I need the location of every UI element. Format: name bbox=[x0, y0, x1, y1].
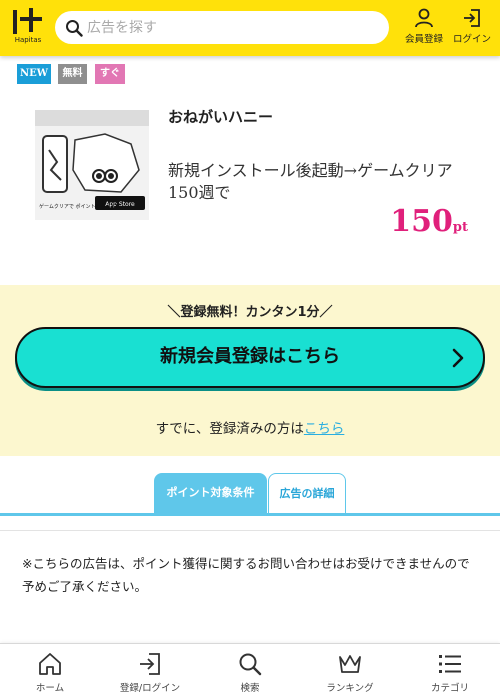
nav-category[interactable]: カテゴリ bbox=[400, 652, 500, 694]
badge-soon: すぐ bbox=[95, 64, 125, 84]
divider bbox=[0, 530, 500, 531]
login-icon bbox=[140, 653, 160, 675]
search-icon bbox=[239, 653, 262, 676]
search-input[interactable] bbox=[87, 11, 377, 44]
badge-new: NEW bbox=[17, 64, 51, 84]
existing-member-login-link[interactable]: こちら bbox=[304, 421, 345, 437]
register-label: 会員登録 bbox=[404, 34, 443, 45]
nav-category-label: カテゴリ bbox=[430, 683, 469, 694]
ad-condition-line1: 新規インストール後起動→ゲームクリア bbox=[168, 161, 453, 180]
logo-icon bbox=[13, 8, 42, 34]
ad-thumbnail-image: App Store ゲームクリアで ポイントもらえる! bbox=[35, 110, 149, 220]
nav-login-label: 登録/ログイン bbox=[119, 683, 181, 694]
existing-member-text: すでに、登録済みの方はこちら bbox=[0, 417, 500, 437]
logo[interactable]: Hapitas bbox=[11, 8, 45, 46]
signup-button-label: 新規会員登録はこちら bbox=[160, 346, 340, 367]
chevron-right-icon bbox=[452, 348, 464, 368]
tab-point-conditions[interactable]: ポイント対象条件 bbox=[154, 473, 267, 513]
tab-underline bbox=[0, 513, 500, 516]
register-button[interactable]: 会員登録 bbox=[400, 8, 448, 48]
crown-icon bbox=[339, 655, 361, 673]
ad-thumbnail[interactable]: App Store ゲームクリアで ポイントもらえる! bbox=[35, 110, 149, 220]
login-button[interactable]: ログイン bbox=[448, 8, 496, 48]
register-section: ＼登録無料！カンタン1分／ 新規会員登録はこちら すでに、登録済みの方はこちら bbox=[0, 285, 500, 456]
points-value: 150 bbox=[390, 204, 453, 239]
register-catchcopy: ＼登録無料！カンタン1分／ bbox=[167, 305, 333, 320]
thumbnail-caption: ゲームクリアで ポイントもらえる! bbox=[39, 203, 117, 210]
home-icon bbox=[39, 653, 61, 675]
nav-home[interactable]: ホーム bbox=[0, 652, 100, 694]
list-icon bbox=[439, 655, 461, 673]
tab-ad-details[interactable]: 広告の詳細 bbox=[268, 473, 346, 513]
notice-text: ※こちらの広告は、ポイント獲得に関するお問い合わせはお受けできませんので予めご了… bbox=[22, 556, 470, 594]
nav-ranking[interactable]: ランキング bbox=[300, 652, 400, 694]
login-icon bbox=[464, 9, 480, 27]
login-label: ログイン bbox=[452, 34, 491, 45]
nav-login[interactable]: 登録/ログイン bbox=[100, 652, 200, 694]
points-unit: pt bbox=[452, 220, 468, 235]
logo-text: Hapitas bbox=[14, 36, 42, 44]
nav-search[interactable]: 検索 bbox=[200, 652, 300, 694]
ad-condition-line2: 150週で bbox=[168, 183, 231, 202]
nav-ranking-label: ランキング bbox=[326, 683, 374, 694]
page: Hapitas 会員登録 ログイン NEW bbox=[0, 0, 500, 700]
search-icon bbox=[66, 20, 83, 37]
nav-search-label: 検索 bbox=[240, 683, 260, 694]
existing-member-prefix: すでに、登録済みの方は bbox=[155, 421, 304, 437]
ad-points: 150pt bbox=[390, 204, 468, 239]
bottom-nav: ホーム 登録/ログイン 検索 ランキング カテゴリ bbox=[0, 643, 500, 700]
nav-home-label: ホーム bbox=[35, 683, 65, 694]
signup-button[interactable]: 新規会員登録はこちら bbox=[15, 327, 485, 388]
header: Hapitas 会員登録 ログイン bbox=[0, 0, 500, 56]
ad-title[interactable]: おねがいハニー bbox=[168, 106, 273, 127]
user-icon bbox=[415, 8, 433, 28]
ad-condition: 新規インストール後起動→ゲームクリア 150週で bbox=[168, 160, 468, 204]
search-bar[interactable] bbox=[55, 11, 389, 44]
badge-free: 無料 bbox=[58, 64, 87, 84]
